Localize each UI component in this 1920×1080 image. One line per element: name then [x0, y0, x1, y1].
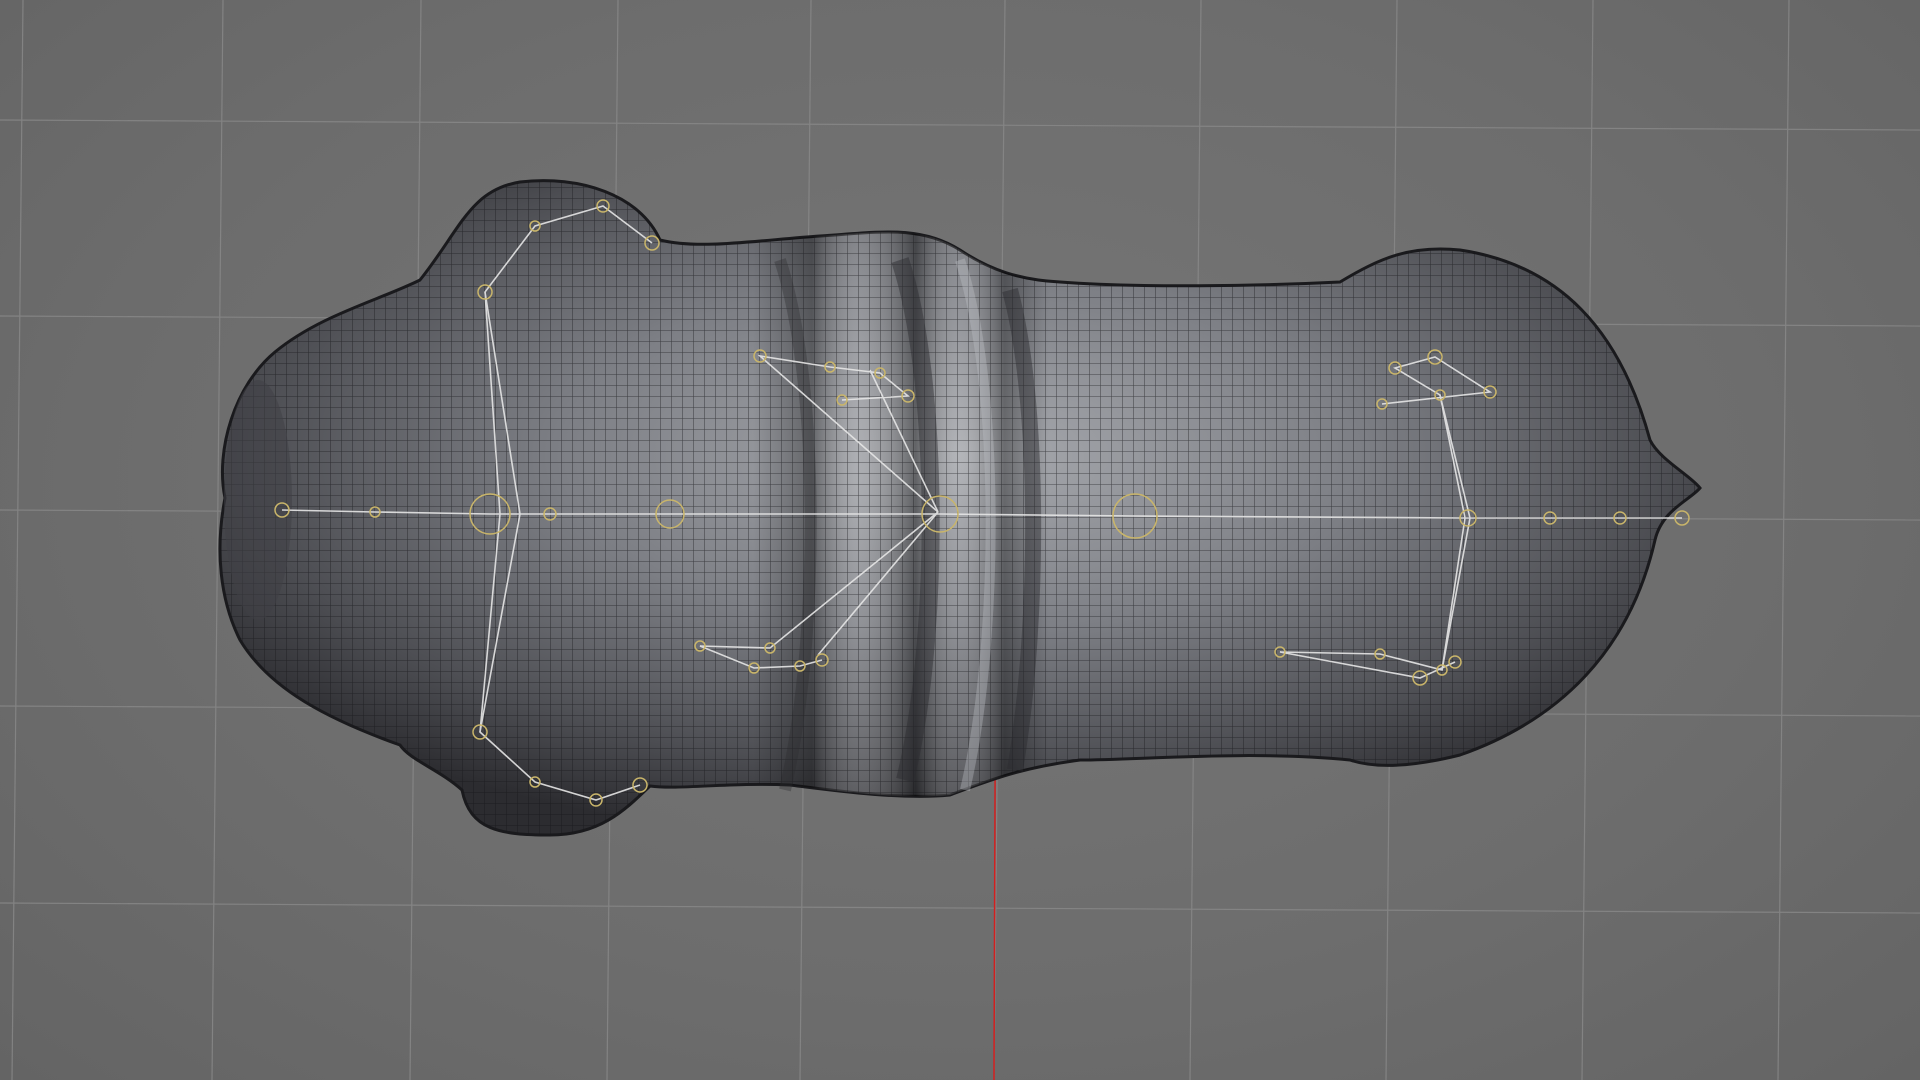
wireframe-overlay: [220, 180, 1700, 835]
body-mesh[interactable]: [218, 179, 1702, 837]
viewport-canvas[interactable]: [0, 0, 1920, 1080]
head-snout: [224, 380, 292, 620]
3d-viewport[interactable]: [0, 0, 1920, 1080]
grid-line-vertical: [1777, 0, 1790, 1080]
grid-line-horizontal: [0, 902, 1920, 914]
grid-line-vertical: [11, 0, 24, 1080]
grid-line-horizontal: [0, 119, 1920, 131]
